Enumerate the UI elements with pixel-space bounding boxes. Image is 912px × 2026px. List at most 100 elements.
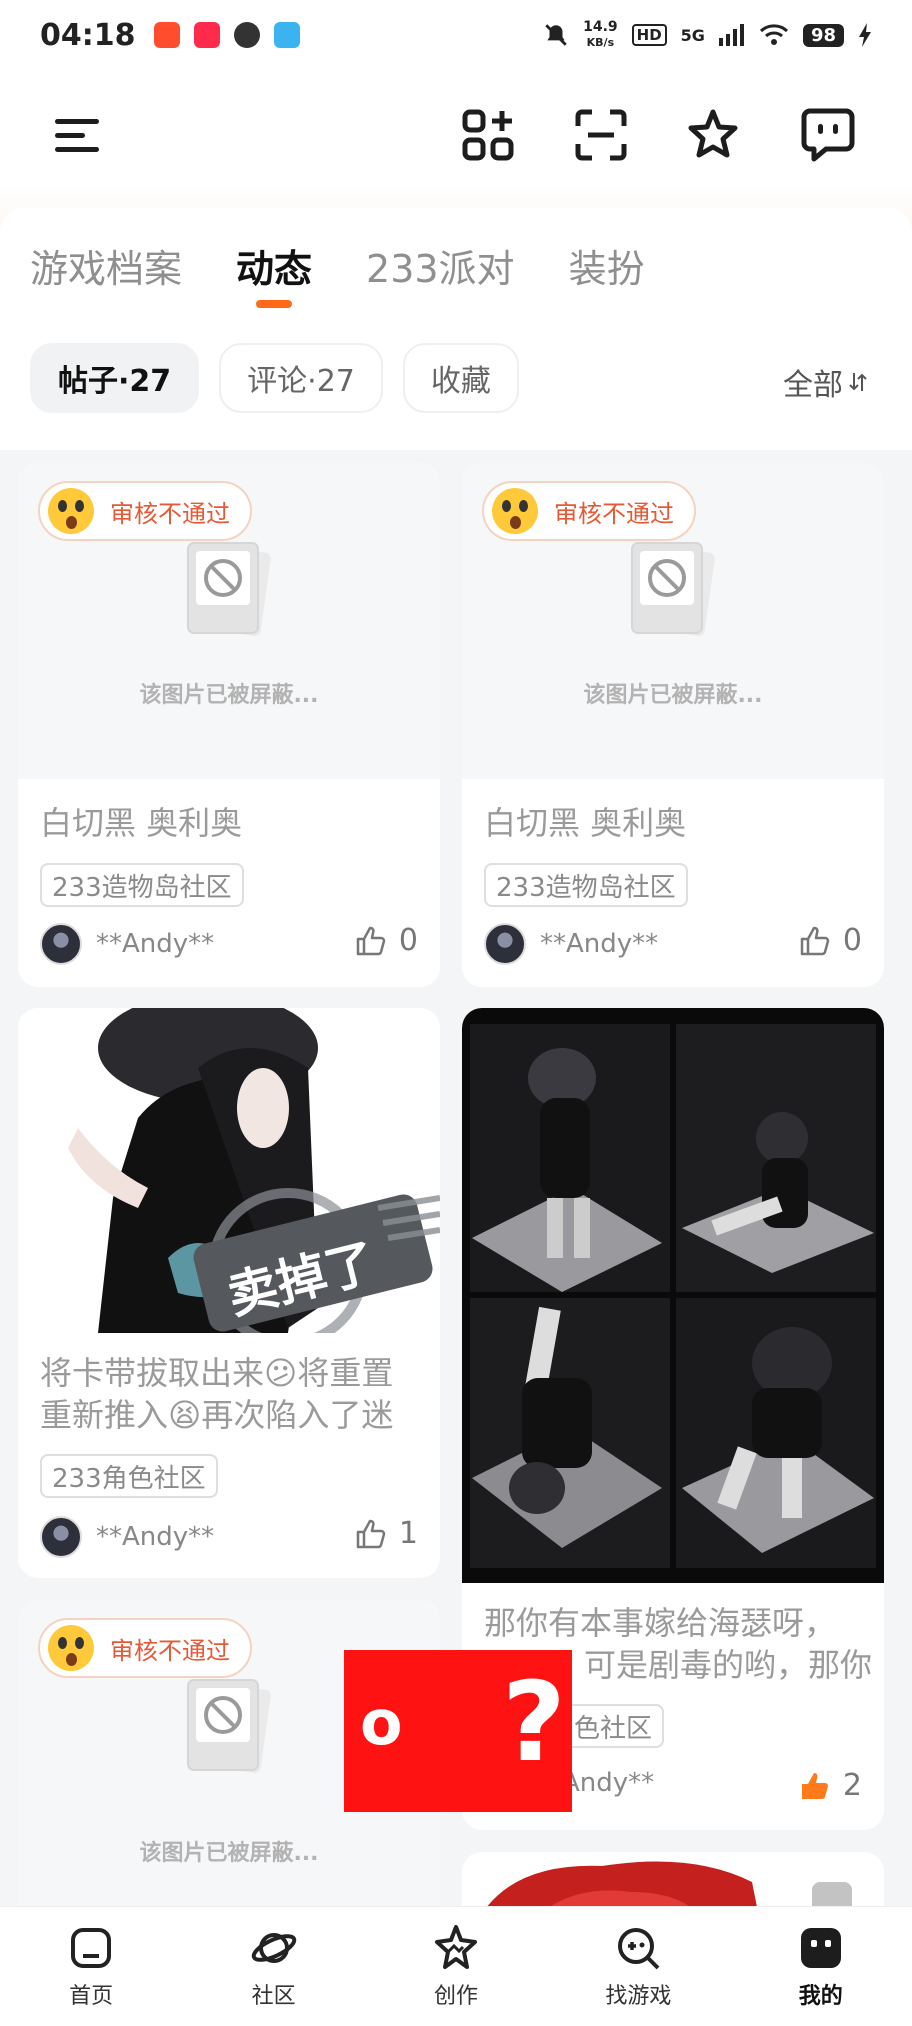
app-notification-icon	[153, 22, 180, 48]
net-speed-value: 14.9	[583, 19, 618, 35]
post-author[interactable]: **Andy**	[40, 923, 214, 965]
post-title: 白切黑 奥利奥	[40, 804, 243, 842]
tab-label: 游戏档案	[30, 247, 183, 291]
nav-label: 创作	[433, 1983, 478, 2009]
post-card[interactable]: 卖掉了 将卡带拔取出来😕将重置 重新推入😫再次陷入了迷 233角色社区 **An…	[18, 1008, 440, 1578]
author-name: **Andy**	[96, 929, 215, 959]
review-failed-badge: 审核不通过	[482, 481, 696, 541]
status-right: 14.9 KB/s HD 5G 98	[543, 20, 872, 50]
charging-icon	[859, 23, 871, 47]
post-card[interactable]: 审核不通过 该图片已被屏蔽... 白切黑 奥利奥 233造物岛社区 **Andy…	[18, 463, 440, 987]
nav-find-game[interactable]: 找游戏	[568, 1924, 708, 2010]
tab-dress-up[interactable]: 装扮	[569, 238, 645, 293]
planet-icon	[251, 1932, 296, 1963]
filter-posts[interactable]: 帖子·27	[30, 343, 200, 413]
net-speed: 14.9 KB/s	[583, 20, 618, 50]
author-name: **Andy**	[540, 929, 659, 959]
sort-dropdown[interactable]: 全部	[783, 360, 867, 404]
overlay-text-left: o	[360, 1686, 403, 1759]
post-author[interactable]: **Andy**	[40, 1516, 214, 1558]
app-page: 04:18 14.9 KB/s HD 5G 98 游戏档案 动态 233派对 装…	[0, 0, 912, 2026]
character-grid-illustration	[470, 1024, 876, 1568]
review-failed-badge: 审核不通过	[38, 481, 252, 541]
mute-icon	[545, 24, 567, 46]
like-button[interactable]: 0	[799, 923, 862, 958]
sort-label: 全部	[783, 368, 843, 403]
filter-favorites[interactable]: 收藏	[402, 343, 519, 413]
tab-233-party[interactable]: 233派对	[366, 238, 515, 293]
badge-label: 审核不通过	[110, 1636, 230, 1665]
tab-label: 动态	[236, 247, 313, 291]
floating-overlay[interactable]: o ?	[344, 1650, 572, 1812]
character-illustration: 卖掉了	[68, 1008, 440, 1333]
post-community-tag[interactable]: 233角色社区	[40, 1454, 218, 1498]
blocked-text: 该图片已被屏蔽...	[583, 683, 763, 708]
nav-create[interactable]: 创作	[386, 1924, 526, 2010]
bottom-nav: 首页 社区 创作 找游戏 我的	[0, 1906, 912, 2026]
status-bar: 04:18 14.9 KB/s HD 5G 98	[0, 0, 912, 70]
thumbs-up-icon	[800, 926, 830, 955]
tab-game-archive[interactable]: 游戏档案	[30, 238, 182, 293]
avatar	[484, 923, 526, 965]
nav-profile[interactable]: 我的	[751, 1924, 891, 2010]
tab-dynamics[interactable]: 动态	[236, 238, 313, 308]
blocked-text: 该图片已被屏蔽...	[139, 1841, 319, 1866]
blocked-text: 该图片已被屏蔽...	[139, 683, 319, 708]
blocked-image-icon	[631, 542, 715, 636]
nav-label: 我的	[798, 1983, 843, 2009]
nav-home[interactable]: 首页	[21, 1924, 161, 2010]
shocked-emoji-icon	[48, 1625, 94, 1671]
overlay-text-right: ?	[502, 1658, 566, 1786]
nav-community[interactable]: 社区	[204, 1924, 344, 2010]
post-community-tag[interactable]: 233造物岛社区	[40, 863, 244, 907]
profile-icon	[800, 1927, 841, 1968]
wifi-icon	[759, 24, 788, 45]
post-author[interactable]: Andy**	[562, 1768, 654, 1798]
post-community-tag[interactable]: 233造物岛社区	[484, 863, 688, 907]
avatar	[40, 1516, 82, 1558]
sort-icon	[849, 373, 867, 391]
badge-label: 审核不通过	[554, 499, 674, 528]
like-count: 0	[842, 923, 862, 958]
message-notification-icon	[233, 22, 260, 48]
avatar	[40, 923, 82, 965]
post-author[interactable]: **Andy**	[484, 923, 658, 965]
tab-indicator	[256, 300, 293, 308]
menu-icon[interactable]	[42, 100, 112, 170]
thumbs-up-filled-icon	[801, 1772, 828, 1799]
filter-chips: 帖子·27 评论·27 收藏	[30, 343, 519, 413]
nav-label: 社区	[251, 1983, 296, 2009]
post-community-tag[interactable]: 色社区	[562, 1704, 665, 1748]
post-title-line: 那你有本事嫁给海瑟呀，	[484, 1604, 837, 1642]
home-icon	[71, 1927, 112, 1968]
app-notification-icon	[193, 22, 220, 48]
post-title-line: 将卡带拔取出来😕将重置	[40, 1354, 394, 1392]
like-button[interactable]: 1	[355, 1516, 418, 1551]
nav-label: 首页	[69, 1983, 114, 2009]
nav-label: 找游戏	[605, 1983, 672, 2009]
shocked-emoji-icon	[492, 488, 538, 534]
badge-label: 审核不通过	[110, 499, 230, 528]
signal-icon	[718, 24, 744, 46]
send-notification-icon	[273, 22, 300, 48]
filter-comments[interactable]: 评论·27	[219, 343, 383, 413]
scan-icon[interactable]	[566, 100, 636, 170]
add-widget-icon[interactable]	[453, 100, 523, 170]
star-badge-icon[interactable]	[678, 100, 748, 170]
message-icon[interactable]	[793, 100, 863, 170]
tab-label: 233派对	[366, 247, 515, 291]
status-time: 04:18	[40, 17, 136, 53]
find-game-icon	[618, 1927, 660, 1969]
thumbs-up-icon	[356, 926, 386, 955]
like-button[interactable]: 0	[355, 923, 418, 958]
author-name: Andy**	[562, 1768, 655, 1798]
blocked-image: 审核不通过 该图片已被屏蔽...	[462, 463, 884, 779]
create-icon	[434, 1924, 477, 1969]
shocked-emoji-icon	[48, 488, 94, 534]
post-image: 卖掉了	[18, 1008, 440, 1333]
post-card[interactable]: 审核不通过 该图片已被屏蔽... 白切黑 奥利奥 233造物岛社区 **Andy…	[462, 463, 884, 987]
blocked-image-icon	[187, 542, 271, 636]
tab-bar: 游戏档案 动态 233派对 装扮	[30, 238, 645, 308]
blocked-image-icon	[187, 1679, 271, 1773]
like-button[interactable]: 2	[799, 1768, 862, 1803]
